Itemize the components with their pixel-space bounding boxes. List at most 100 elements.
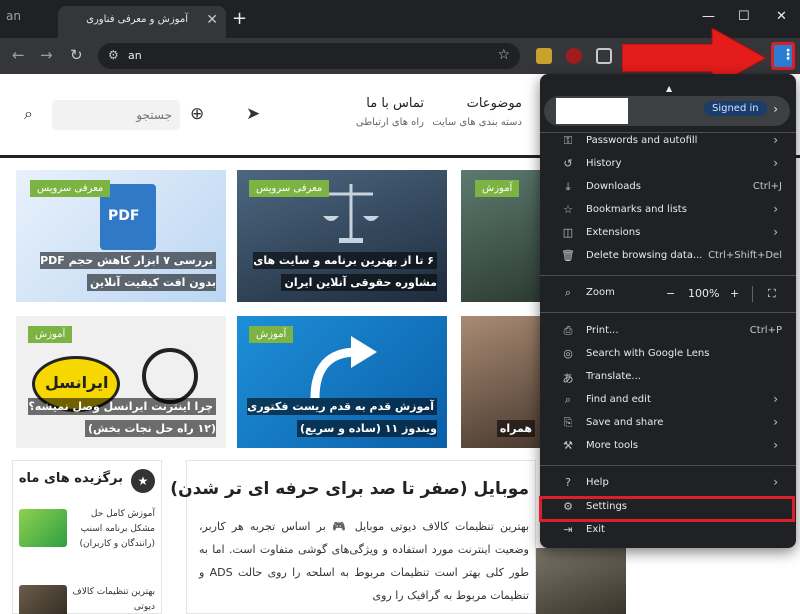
chrome-menu-button[interactable]: ⋮ <box>771 42 795 70</box>
menu-item-label: Downloads <box>586 181 641 192</box>
article-title[interactable]: موبایل (صفر تا صد برای حرفه ای تر شدن) <box>170 479 529 499</box>
trash-icon: 🗑 <box>561 249 575 262</box>
chevron-right-icon: › <box>773 202 778 216</box>
card-title-text: همراه <box>496 420 535 437</box>
irancell-logo-text: ایرانسل <box>45 373 109 392</box>
card-tag[interactable]: معرفی سرویس <box>249 180 330 197</box>
menu-item-passwords[interactable]: ⚿ Passwords and autofill › <box>540 130 796 153</box>
new-tab-button[interactable]: + <box>232 8 247 29</box>
menu-item-downloads[interactable]: ⤓ Downloads Ctrl+J <box>540 176 796 199</box>
card-title[interactable]: بررسی ۷ ابزار کاهش حجم PDF بدون افت کیفی… <box>26 250 216 294</box>
chevron-right-icon: › <box>773 102 778 116</box>
menu-item-shortcut: Ctrl+P <box>749 325 782 336</box>
extension-2-icon[interactable] <box>566 48 582 64</box>
extension-1-icon[interactable] <box>536 48 552 64</box>
tab-left-text[interactable]: an <box>6 9 21 23</box>
address-bar[interactable]: ⚙ an ☆ <box>98 43 520 69</box>
minimize-button[interactable]: — <box>702 9 715 24</box>
article-card[interactable]: PDF معرفی سرویس بررسی ۷ ابزار کاهش حجم P… <box>16 170 226 302</box>
menu-item-translate[interactable]: あ Translate... <box>540 366 796 389</box>
chevron-right-icon: › <box>773 438 778 452</box>
menu-item-find-edit[interactable]: ⌕ Find and edit › <box>540 389 796 412</box>
card-tag[interactable]: آموزش <box>475 180 520 197</box>
menu-item-label: History <box>586 158 622 169</box>
menu-item-more-tools[interactable]: ⚒ More tools › <box>540 435 796 458</box>
menu-item-delete-data[interactable]: 🗑 Delete browsing data... Ctrl+Shift+Del <box>540 245 796 268</box>
sidebar-item[interactable]: بهترین تنظیمات کالاف دیوتی <box>65 585 155 614</box>
site-info-icon[interactable]: ⚙ <box>108 48 119 62</box>
chevron-right-icon: › <box>773 415 778 429</box>
kebab-icon: ⋮ <box>781 47 795 63</box>
card-tag[interactable]: آموزش <box>249 326 294 343</box>
nav-topics[interactable]: موضوعات دسته بندی های سایت <box>404 96 522 128</box>
menu-item-save-share[interactable]: ⎘ Save and share › <box>540 412 796 435</box>
print-icon: ⎙ <box>563 324 573 337</box>
menu-divider <box>540 312 796 313</box>
chevron-right-icon: › <box>773 392 778 406</box>
tab-close-icon[interactable]: ✕ <box>206 12 218 28</box>
menu-item-extensions[interactable]: ◫ Extensions › <box>540 222 796 245</box>
menu-item-label: Passwords and autofill <box>586 135 698 146</box>
telegram-icon[interactable]: ➤ <box>246 104 260 124</box>
card-tag[interactable]: آموزش <box>28 326 73 343</box>
zoom-in-button[interactable]: + <box>730 287 739 300</box>
reload-icon[interactable]: ↻ <box>70 46 83 64</box>
star-icon: ★ <box>131 469 155 493</box>
fullscreen-icon[interactable]: ⛶ <box>768 287 776 301</box>
star-icon: ☆ <box>563 203 573 216</box>
article-card[interactable]: آموزش <box>461 170 540 302</box>
card-tag[interactable]: معرفی سرویس <box>30 180 111 197</box>
forward-icon[interactable]: → <box>40 46 53 64</box>
menu-item-label: Translate... <box>586 371 641 382</box>
scales-of-justice-image <box>323 184 379 243</box>
menu-item-history[interactable]: ↺ History › <box>540 153 796 176</box>
menu-item-label: Delete browsing data... <box>586 250 703 261</box>
menu-item-shortcut: Ctrl+Shift+Del <box>708 250 782 261</box>
download-icon: ⤓ <box>565 180 571 193</box>
card-title[interactable]: چرا اینترنت ایرانسل وصل نمیشه؟ (۱۲ راه ح… <box>26 396 216 440</box>
menu-divider <box>540 275 796 276</box>
extensions-puzzle-icon[interactable] <box>596 48 612 64</box>
address-text[interactable]: an <box>128 49 142 62</box>
chevron-right-icon: › <box>773 133 778 147</box>
popular-sidebar: ★ برگزیده های ماه آموزش کامل حل مشکل برن… <box>12 460 162 614</box>
chevron-right-icon: › <box>773 156 778 170</box>
card-title[interactable]: همراه <box>465 418 535 440</box>
cod-thumbnail[interactable] <box>19 585 67 614</box>
card-title[interactable]: آموزش قدم به قدم ریست فکتوری ویندوز ۱۱ (… <box>247 396 437 440</box>
profile-row[interactable]: Signed in › <box>544 96 790 126</box>
back-icon[interactable]: ← <box>12 46 25 64</box>
card-title-text: چرا اینترنت ایرانسل وصل نمیشه؟ (۱۲ راه ح… <box>28 398 216 437</box>
menu-item-bookmarks[interactable]: ☆ Bookmarks and lists › <box>540 199 796 222</box>
search-icon[interactable]: ⌕ <box>24 104 33 124</box>
menu-item-print[interactable]: ⎙ Print... Ctrl+P <box>540 320 796 343</box>
article-card[interactable]: همراه <box>461 316 540 448</box>
menu-item-help[interactable]: ? Help › <box>540 472 796 495</box>
menu-item-google-lens[interactable]: ◎ Search with Google Lens <box>540 343 796 366</box>
tools-icon: ⚒ <box>563 439 573 452</box>
article-body: بهترین تنظیمات کالاف دیوتی موبایل 🎮 بر ا… <box>199 520 529 602</box>
close-window-button[interactable]: ✕ <box>776 9 787 24</box>
zoom-out-button[interactable]: − <box>666 287 675 300</box>
article-card[interactable]: آموزش آموزش قدم به قدم ریست فکتوری ویندو… <box>237 316 447 448</box>
share-icon: ⎘ <box>563 416 573 429</box>
menu-item-label: More tools <box>586 440 639 451</box>
exit-icon: ⇥ <box>563 523 573 536</box>
article-card[interactable]: ایرانسل آموزش چرا اینترنت ایرانسل وصل نم… <box>16 316 226 448</box>
site-search-input[interactable] <box>52 100 180 130</box>
sidebar-item[interactable]: آموزش کامل حل مشکل برنامه اسنپ (رانندگان… <box>65 507 155 552</box>
tab-title: آموزش و معرفی فناوری <box>86 14 188 25</box>
active-tab[interactable]: آموزش و معرفی فناوری ✕ <box>58 6 226 38</box>
nav-topics-label: موضوعات <box>466 96 522 111</box>
snapp-thumbnail[interactable] <box>19 509 67 547</box>
card-title[interactable]: ۶ تا از بهترین برنامه و سایت های مشاوره … <box>247 250 437 294</box>
add-circle-icon[interactable]: ⊕ <box>190 104 204 124</box>
menu-item-exit[interactable]: ⇥ Exit <box>540 519 796 542</box>
bookmark-star-icon[interactable]: ☆ <box>497 47 510 63</box>
article-image <box>536 548 626 614</box>
maximize-button[interactable]: ☐ <box>738 9 750 24</box>
pdf-image-text: PDF <box>108 208 140 224</box>
menu-item-label: Print... <box>586 325 619 336</box>
article-card[interactable]: معرفی سرویس ۶ تا از بهترین برنامه و سایت… <box>237 170 447 302</box>
reset-arrow-image <box>310 336 377 399</box>
